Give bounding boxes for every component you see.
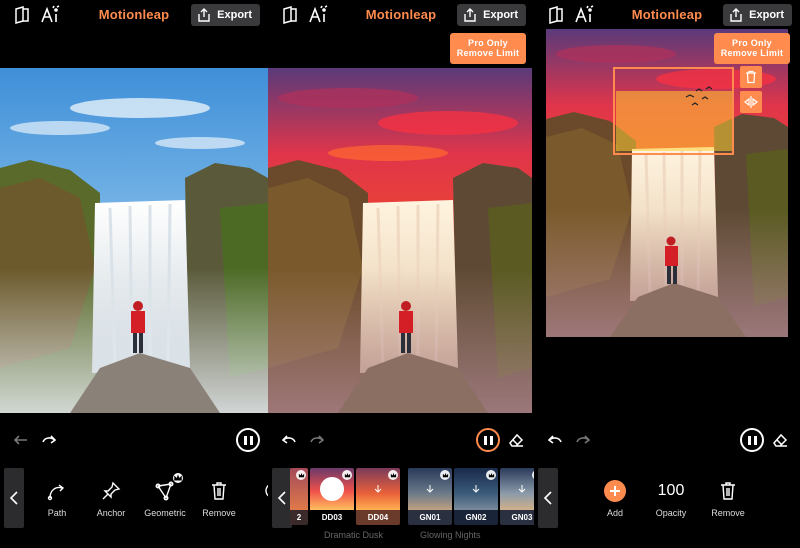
- top-bar: Motionleap Export: [534, 0, 800, 30]
- playback-controls: [0, 428, 268, 452]
- path-icon: [46, 480, 68, 502]
- redo-icon[interactable]: [574, 431, 592, 449]
- redo-icon[interactable]: [308, 431, 326, 449]
- top-bar: Motionleap Export: [0, 0, 268, 30]
- tool-spin-label: Sp: [248, 508, 268, 518]
- opacity-control[interactable]: 100 Opacity: [646, 480, 696, 518]
- tool-geometric-label: Geometric: [144, 508, 186, 518]
- crown-icon: [296, 470, 306, 480]
- trash-icon: [744, 70, 758, 84]
- photo-canvas[interactable]: [268, 68, 532, 413]
- remove-limit-label: Remove Limit: [720, 48, 784, 58]
- tools-bar: Path Anchor Geometric Remove Sp: [0, 468, 268, 530]
- overlay-flip-button[interactable]: [740, 91, 762, 113]
- export-label: Export: [749, 9, 784, 21]
- share-icon: [729, 8, 743, 22]
- plus-icon: [604, 480, 626, 502]
- overlay-delete-button[interactable]: [740, 66, 762, 88]
- pro-only-label: Pro Only: [732, 38, 772, 48]
- tool-remove-label: Remove: [202, 508, 236, 518]
- sky-thumb[interactable]: 2: [290, 468, 308, 525]
- remove-limit-label: Remove Limit: [456, 48, 520, 58]
- export-button[interactable]: Export: [457, 4, 526, 26]
- tool-remove[interactable]: Remove: [194, 480, 244, 518]
- redo-icon[interactable]: [40, 431, 58, 449]
- tool-path-label: Path: [47, 508, 67, 518]
- sky-thumb-selected[interactable]: DD03: [310, 468, 354, 525]
- export-button[interactable]: Export: [191, 4, 260, 26]
- tool-spin[interactable]: Sp: [248, 480, 268, 518]
- download-icon: [472, 484, 480, 494]
- sky-thumb[interactable]: GN03: [500, 468, 534, 525]
- sky-thumb[interactable]: GN02: [454, 468, 498, 525]
- pro-only-badge[interactable]: Pro Only Remove Limit: [714, 33, 790, 64]
- group-label-dramatic-dusk: Dramatic Dusk: [324, 530, 384, 540]
- back-button[interactable]: [272, 468, 292, 528]
- editor-panel-overlay: Motionleap Export Pro Only Remove Limit …: [534, 0, 800, 548]
- playback-controls: [534, 428, 800, 452]
- group-label-glowing-nights: Glowing Nights: [420, 530, 481, 540]
- tool-add[interactable]: Add: [590, 480, 640, 518]
- anchor-pin-icon: [100, 480, 122, 502]
- tool-remove-label: Remove: [711, 508, 745, 518]
- tool-anchor[interactable]: Anchor: [86, 480, 136, 518]
- undo-icon[interactable]: [546, 431, 564, 449]
- undo-icon[interactable]: [280, 431, 298, 449]
- eraser-icon[interactable]: [507, 431, 525, 449]
- pause-button[interactable]: [740, 428, 764, 452]
- crown-icon: [173, 473, 183, 483]
- selected-indicator: [320, 477, 344, 501]
- tool-anchor-label: Anchor: [96, 508, 126, 518]
- share-icon: [463, 8, 477, 22]
- playback-controls: [268, 428, 534, 452]
- eraser-icon[interactable]: [771, 431, 789, 449]
- tool-geometric[interactable]: Geometric: [140, 473, 190, 518]
- top-bar: Motionleap Export: [268, 0, 534, 30]
- pro-only-badge[interactable]: Pro Only Remove Limit: [450, 33, 526, 64]
- editor-panel-animate: Motionleap Export Path Anchor Geometric …: [0, 0, 268, 548]
- trash-icon: [717, 480, 739, 502]
- crown-icon: [342, 470, 352, 480]
- opacity-value: 100: [657, 482, 685, 499]
- download-icon: [374, 484, 382, 494]
- crown-icon: [486, 470, 496, 480]
- undo-icon[interactable]: [12, 431, 30, 449]
- tool-remove[interactable]: Remove: [703, 480, 753, 518]
- overlay-selection-box[interactable]: [613, 67, 734, 155]
- tool-path[interactable]: Path: [32, 480, 82, 518]
- export-button[interactable]: Export: [723, 4, 792, 26]
- download-icon: [426, 484, 434, 494]
- export-label: Export: [217, 9, 252, 21]
- geometric-icon: [154, 473, 183, 502]
- back-button[interactable]: [4, 468, 24, 528]
- trash-icon: [208, 480, 230, 502]
- pause-button[interactable]: [236, 428, 260, 452]
- tool-add-label: Add: [606, 508, 623, 518]
- crown-icon: [440, 470, 450, 480]
- sky-thumb[interactable]: GN01: [408, 468, 452, 525]
- flip-icon: [744, 95, 758, 109]
- pause-button[interactable]: [476, 428, 500, 452]
- overlay-tools-bar: Add 100 Opacity Remove: [534, 468, 800, 530]
- share-icon: [197, 8, 211, 22]
- photo-canvas[interactable]: [0, 68, 268, 413]
- sky-thumb[interactable]: DD04: [356, 468, 400, 525]
- crown-icon: [388, 470, 398, 480]
- opacity-label: Opacity: [655, 508, 687, 518]
- download-icon: [518, 484, 526, 494]
- export-label: Export: [483, 9, 518, 21]
- editor-panel-sky: Motionleap Export Pro Only Remove Limit: [268, 0, 534, 548]
- back-button[interactable]: [538, 468, 558, 528]
- sky-presets-bar: 2 DD03 DD04 GN01 GN02 GN03 Dramatic Dusk…: [268, 468, 534, 540]
- pro-only-label: Pro Only: [468, 38, 508, 48]
